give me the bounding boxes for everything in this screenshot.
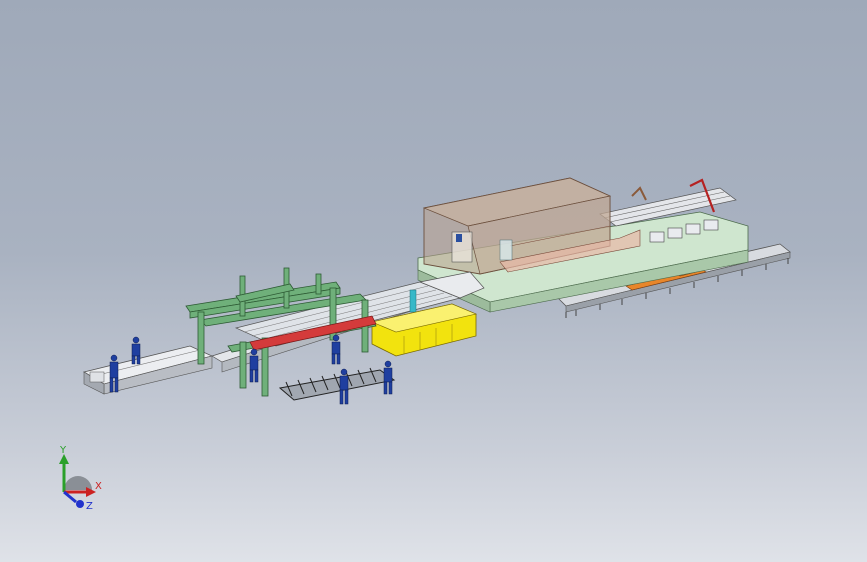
cad-viewport[interactable]: Y X Z [0, 0, 867, 562]
z-axis-label: Z [86, 501, 93, 512]
coordinate-triad [59, 454, 96, 508]
worker-figure [383, 360, 393, 395]
triad-sphere-icon [64, 476, 92, 490]
x-axis-label: X [95, 481, 102, 492]
y-axis-label: Y [60, 445, 67, 456]
production-line-model[interactable] [0, 0, 867, 562]
worker-figure [331, 334, 341, 365]
floor-rack [278, 367, 396, 401]
